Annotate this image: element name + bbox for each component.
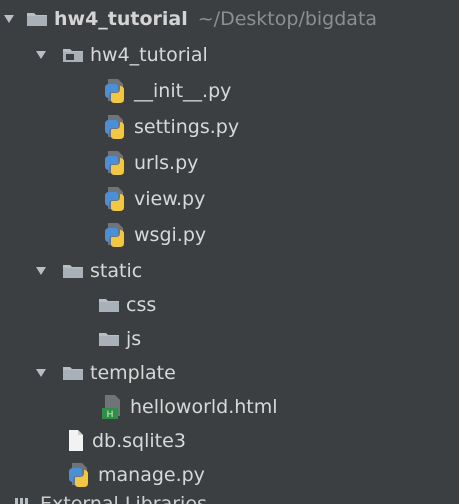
chevron-down-icon[interactable] (34, 264, 48, 278)
tree-item-folder-template[interactable]: template (0, 356, 459, 390)
html-file-icon: H (102, 395, 120, 419)
tree-item-label: js (126, 328, 142, 350)
tree-item-label: wsgi.py (134, 224, 207, 246)
tree-item-label: manage.py (98, 464, 205, 486)
tree-item-label: css (126, 294, 157, 316)
tree-item-file-__init__py[interactable]: __init__.py (0, 74, 459, 108)
tree-item-file-urlspy[interactable]: urls.py (0, 146, 459, 180)
tree-item-label: hw4_tutorial (90, 44, 208, 66)
python-file-icon (105, 79, 124, 103)
tree-item-file-managepy[interactable]: manage.py (0, 458, 459, 492)
tree-item-label: db.sqlite3 (92, 430, 186, 452)
folder-icon (27, 13, 47, 26)
project-tree-panel: hw4_tutorial ~/Desktop/bigdata hw4_tutor… (0, 0, 459, 504)
tree-item-folder-css[interactable]: css (0, 288, 459, 322)
tree-item-label: External Libraries (40, 493, 207, 504)
python-file-icon (105, 151, 124, 175)
folder-icon (99, 299, 119, 312)
tree-item-label: helloworld.html (130, 396, 278, 418)
tree-item-label: urls.py (134, 152, 199, 174)
tree-item-folder-hw4_tutorial[interactable]: hw4_tutorial (0, 38, 459, 72)
folder-icon (63, 265, 83, 278)
folder-icon (63, 49, 83, 62)
tree-item-label: template (90, 362, 176, 384)
chevron-down-icon[interactable] (34, 48, 48, 62)
tree-item-file-settingspy[interactable]: settings.py (0, 110, 459, 144)
tree-item-file-helloworldhtml[interactable]: H helloworld.html (0, 390, 459, 424)
python-file-icon (69, 463, 88, 487)
python-file-icon (105, 115, 124, 139)
python-file-icon (105, 187, 124, 211)
file-icon (69, 430, 83, 451)
tree-item-label: settings.py (134, 116, 240, 138)
folder-icon (63, 367, 83, 380)
tree-item-label: __init__.py (134, 80, 232, 102)
tree-item-folder-static[interactable]: static (0, 254, 459, 288)
tree-item-file-viewpy[interactable]: view.py (0, 182, 459, 216)
python-file-icon (105, 223, 124, 247)
folder-icon (99, 333, 119, 346)
root-folder-name: hw4_tutorial (54, 8, 188, 30)
tree-item-file-wsgipy[interactable]: wsgi.py (0, 218, 459, 252)
root-folder-path: ~/Desktop/bigdata (197, 8, 378, 30)
chevron-down-icon[interactable] (2, 12, 16, 26)
svg-text:H: H (107, 409, 114, 419)
tree-item-label: view.py (134, 188, 206, 210)
library-icon (15, 498, 28, 504)
tree-item-file-dbsqlite3[interactable]: db.sqlite3 (0, 424, 459, 458)
tree-item-label: static (90, 260, 143, 282)
chevron-down-icon[interactable] (34, 366, 48, 380)
tree-item-folder-js[interactable]: js (0, 322, 459, 356)
tree-root-row[interactable]: hw4_tutorial ~/Desktop/bigdata (0, 2, 459, 36)
tree-item-external-libraries[interactable]: External Libraries (14, 493, 207, 504)
